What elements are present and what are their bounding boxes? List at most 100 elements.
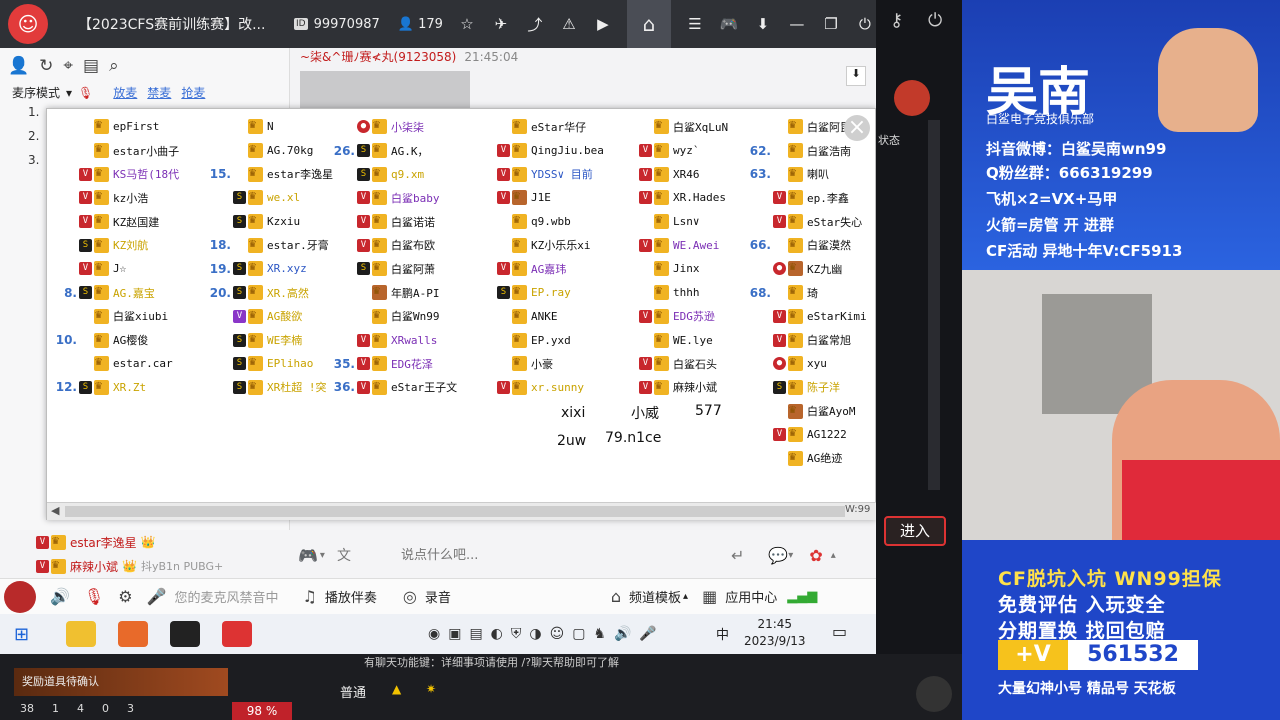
- member-entry[interactable]: 白鲨XqLuN: [613, 115, 753, 139]
- member-entry[interactable]: Vep.李鑫: [747, 186, 887, 210]
- member-entry[interactable]: 35.V EDG花泽: [331, 352, 471, 376]
- member-entry[interactable]: V KS马哲(18代: [53, 162, 193, 186]
- house-icon[interactable]: ⌂: [611, 587, 621, 606]
- app-center-button[interactable]: 应用中心: [725, 587, 777, 606]
- member-entry[interactable]: 小豪: [471, 352, 611, 376]
- member-entry[interactable]: Jinx: [613, 257, 753, 281]
- search-icon[interactable]: ⌕: [109, 56, 119, 76]
- member-entry[interactable]: EP.yxd: [471, 328, 611, 352]
- speaker-icon[interactable]: 🔊: [50, 587, 70, 606]
- member-entry[interactable]: ● 小柒柒: [331, 115, 471, 139]
- ime-indicator[interactable]: 中: [716, 624, 729, 643]
- enter-button[interactable]: 进入: [884, 516, 946, 546]
- minimize-icon[interactable]: —: [787, 15, 807, 33]
- member-entry[interactable]: thhh: [613, 281, 753, 305]
- notification-icon[interactable]: ▭: [832, 622, 847, 641]
- member-entry[interactable]: Swe.xl: [207, 186, 347, 210]
- windows-start-icon[interactable]: ⊞: [14, 624, 44, 645]
- member-entry[interactable]: VeStarKimi: [747, 305, 887, 329]
- member-entry[interactable]: V KZ赵国建: [53, 210, 193, 234]
- member-entry[interactable]: Vwyz`: [613, 139, 753, 163]
- chat-input[interactable]: [400, 547, 701, 563]
- mic-mode-select[interactable]: 麦序模式: [12, 84, 60, 101]
- channel-template-button[interactable]: 频道模板: [629, 587, 681, 606]
- member-entry[interactable]: V 白鲨常旭: [747, 328, 887, 352]
- power-icon[interactable]: ⏻: [855, 15, 875, 33]
- refresh-icon[interactable]: ↻: [39, 56, 53, 76]
- member-entry[interactable]: 10. AG樱俊: [53, 328, 193, 352]
- member-entry[interactable]: eStar华仔: [471, 115, 611, 139]
- member-entry[interactable]: 白鲨AyoM: [747, 399, 887, 423]
- member-entry[interactable]: S XR杜超 !突: [207, 376, 347, 400]
- member-entry[interactable]: V 白鲨baby: [331, 186, 471, 210]
- channel-logo[interactable]: ☺: [0, 0, 56, 48]
- member-entry[interactable]: V YDSS∨ 目前: [471, 162, 611, 186]
- translate-icon[interactable]: 文: [337, 545, 351, 565]
- member-entry[interactable]: N: [207, 115, 347, 139]
- flower-icon[interactable]: ✿: [809, 546, 822, 565]
- member-entry[interactable]: S Kzxiu: [207, 210, 347, 234]
- record-icon[interactable]: ◎: [403, 587, 417, 606]
- gamepad-icon[interactable]: 🎮: [719, 15, 739, 33]
- member-entry[interactable]: V QingJiu.bea: [471, 139, 611, 163]
- taskbar-app-icon[interactable]: [118, 621, 148, 647]
- share-icon[interactable]: ⤴: [525, 14, 545, 35]
- alert-icon[interactable]: ⚠: [559, 15, 579, 33]
- member-entry[interactable]: 年鹏A-PI: [331, 281, 471, 305]
- apps-icon[interactable]: ▦: [702, 587, 717, 606]
- grab-mic-link[interactable]: 抢麦: [181, 84, 205, 101]
- member-entry[interactable]: ANKE: [471, 305, 611, 329]
- download-icon[interactable]: ⬇: [753, 15, 773, 33]
- member-entry[interactable]: epFirst: [53, 115, 193, 139]
- vertical-scrollbar[interactable]: [928, 120, 940, 490]
- member-entry[interactable]: ● xyu: [747, 352, 887, 376]
- member-entry[interactable]: V EDG苏逊: [613, 305, 753, 329]
- member-entry[interactable]: S KZ刘航: [53, 233, 193, 257]
- warning-icon[interactable]: ▲: [392, 682, 401, 696]
- record-button[interactable]: 录音: [425, 587, 451, 606]
- accompaniment-button[interactable]: 播放伴奏: [325, 587, 377, 606]
- member-entry[interactable]: Lsn∨: [613, 210, 753, 234]
- member-entry[interactable]: AG.70kg: [207, 139, 347, 163]
- chevron-up-icon[interactable]: ▴: [683, 591, 688, 602]
- emoji-icon[interactable]: 💬: [768, 546, 788, 565]
- equalizer-icon[interactable]: ⚙: [118, 587, 132, 606]
- member-entry[interactable]: KZ小乐乐xi: [471, 233, 611, 257]
- member-entry[interactable]: 62. 白鲨浩南: [747, 139, 887, 163]
- chevron-down-icon[interactable]: ▾: [788, 550, 793, 561]
- person-icon[interactable]: 👤: [8, 56, 29, 76]
- video-icon[interactable]: ▶: [593, 15, 613, 33]
- member-entry[interactable]: V XR46: [613, 162, 753, 186]
- member-entry[interactable]: AG绝迹: [747, 447, 887, 471]
- settings-icon[interactable]: ✷: [426, 682, 436, 696]
- member-entry[interactable]: VeStar失心: [747, 210, 887, 234]
- power-icon[interactable]: ⏻: [928, 10, 942, 31]
- ban-mic-link[interactable]: 禁麦: [147, 84, 171, 101]
- scroll-down-button[interactable]: ⬇: [846, 66, 866, 86]
- member-entry[interactable]: 63. 喇叭: [747, 162, 887, 186]
- member-entry[interactable]: V AG酸欲: [207, 305, 347, 329]
- chevron-up-icon[interactable]: ▴: [831, 550, 836, 561]
- member-entry[interactable]: 白鲨xiubi: [53, 305, 193, 329]
- horizontal-scrollbar[interactable]: ◀ W:99: [47, 502, 877, 520]
- member-entry[interactable]: 66. 白鲨漠然: [747, 233, 887, 257]
- member-entry[interactable]: V 白鲨布欧: [331, 233, 471, 257]
- member-entry[interactable]: V 白鲨石头: [613, 352, 753, 376]
- reward-notice[interactable]: 奖励道具待确认: [14, 668, 228, 696]
- location-icon[interactable]: ⌖: [63, 56, 73, 76]
- taskbar-app-icon[interactable]: [170, 621, 200, 647]
- member-entry[interactable]: 12.S XR.Zt: [53, 376, 193, 400]
- member-entry[interactable]: V J1E: [471, 186, 611, 210]
- release-mic-link[interactable]: 放麦: [113, 84, 137, 101]
- member-entry[interactable]: V 麻辣小斌: [613, 376, 753, 400]
- member-entry[interactable]: S EP.ray: [471, 281, 611, 305]
- member-entry[interactable]: ● KZ九幽: [747, 257, 887, 281]
- member-entry[interactable]: Vkz小浩: [53, 186, 193, 210]
- robot-avatar-icon[interactable]: [916, 676, 952, 712]
- notes-icon[interactable]: ▤: [83, 56, 99, 76]
- member-entry[interactable]: V XRwalls: [331, 328, 471, 352]
- member-entry[interactable]: S WE李楠: [207, 328, 347, 352]
- member-entry[interactable]: V AG嘉玮: [471, 257, 611, 281]
- member-entry[interactable]: Vxr.sunny: [471, 376, 611, 400]
- member-entry[interactable]: 19.S XR.xyz: [207, 257, 347, 281]
